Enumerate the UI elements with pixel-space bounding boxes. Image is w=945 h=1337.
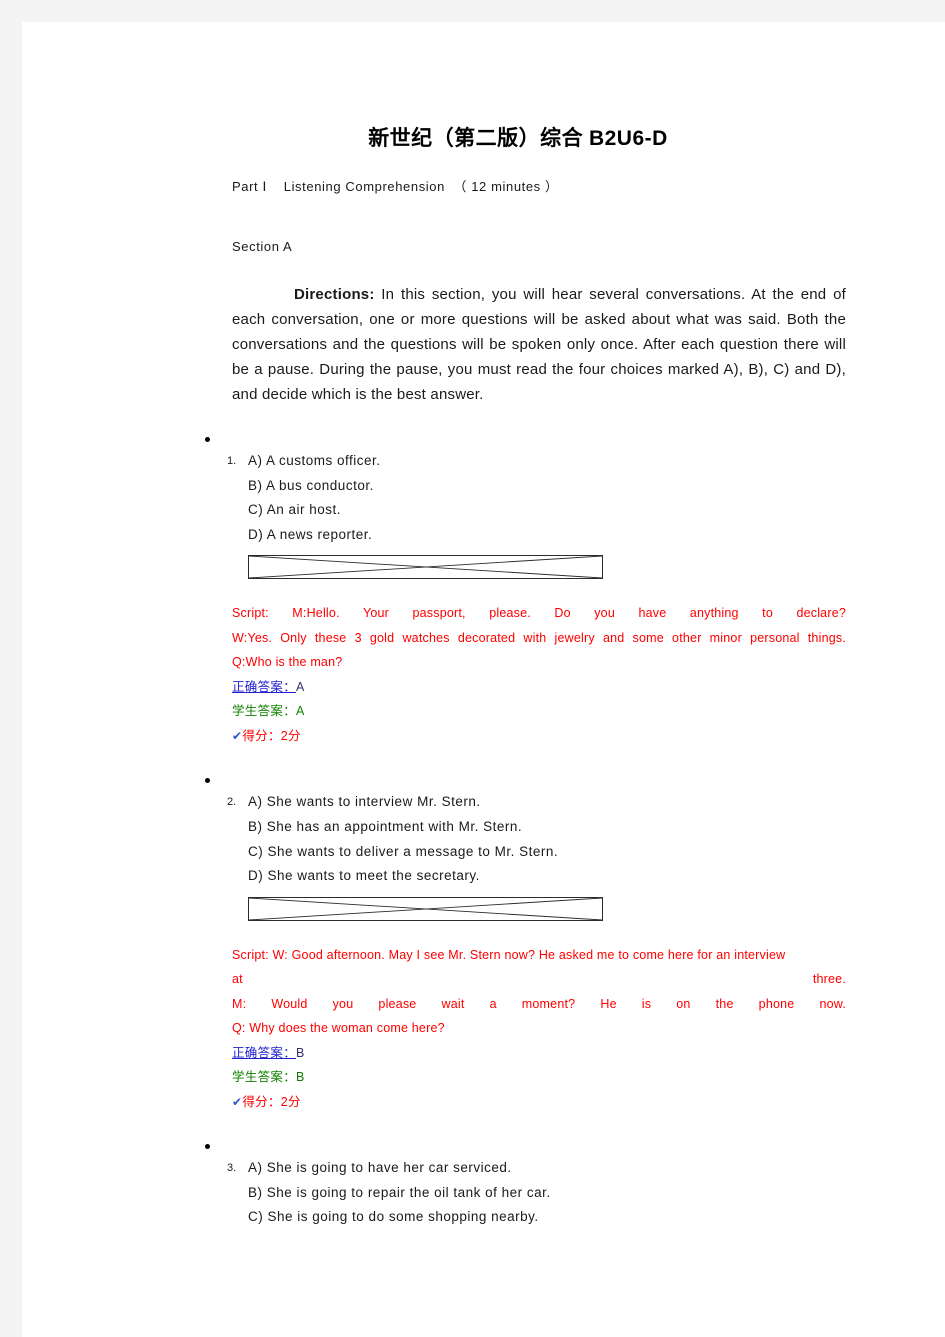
option-a[interactable]: A) A customs officer. bbox=[248, 449, 848, 474]
directions-paragraph: Directions: In this section, you will he… bbox=[208, 254, 846, 407]
correct-answer-value: B bbox=[296, 1045, 305, 1060]
option-a[interactable]: A) She is going to have her car serviced… bbox=[248, 1156, 848, 1181]
option-list: A) She wants to interview Mr. Stern. B) … bbox=[232, 790, 848, 888]
option-c[interactable]: C) She is going to do some shopping near… bbox=[248, 1205, 848, 1230]
option-list: A) A customs officer. B) A bus conductor… bbox=[232, 449, 848, 547]
option-b[interactable]: B) She is going to repair the oil tank o… bbox=[248, 1181, 848, 1206]
page-title: 新世纪（第二版）综合 B2U6-D bbox=[208, 22, 828, 152]
question-2-script: Script: W: Good afternoon. May I see Mr.… bbox=[208, 921, 846, 1041]
question-bullet-row bbox=[205, 407, 848, 449]
page-title-code: B2U6-D bbox=[588, 127, 668, 150]
script-line: Script: M:Hello. Your passport, please. … bbox=[232, 606, 846, 621]
question-number: 1. bbox=[227, 455, 237, 467]
broken-audio-placeholder-icon bbox=[248, 555, 603, 580]
page-title-chinese: 新世纪（第二版）综合 bbox=[368, 126, 589, 150]
check-icon: ✔ bbox=[232, 728, 243, 743]
script-line: Script: W: Good afternoon. May I see Mr.… bbox=[232, 947, 786, 962]
page-content: 新世纪（第二版）综合 B2U6-D Part Ⅰ Listening Compr… bbox=[205, 22, 848, 1230]
question-1-script: Script: M:Hello. Your passport, please. … bbox=[208, 579, 846, 675]
score-value: 2分 bbox=[280, 728, 301, 743]
option-a[interactable]: A) She wants to interview Mr. Stern. bbox=[248, 790, 848, 815]
option-b[interactable]: B) A bus conductor. bbox=[248, 474, 848, 499]
correct-answer-label: 正确答案： bbox=[232, 1045, 297, 1060]
bullet-icon bbox=[205, 1144, 210, 1150]
student-answer-row: 学生答案：B bbox=[232, 1070, 305, 1085]
bullet-icon bbox=[205, 778, 210, 784]
directions-text: In this section, you will hear several c… bbox=[232, 286, 846, 403]
section-label: Section A bbox=[232, 239, 293, 254]
question-number: 2. bbox=[227, 796, 237, 809]
option-c[interactable]: C) She wants to deliver a message to Mr.… bbox=[248, 840, 848, 865]
question-number: 3. bbox=[227, 1162, 237, 1175]
broken-audio-placeholder-icon bbox=[248, 896, 603, 921]
score-row: ✔得分：2分 bbox=[208, 724, 848, 749]
directions-label: Directions: bbox=[294, 286, 375, 303]
script-line: M: Would you please wait a moment? He is… bbox=[232, 996, 846, 1011]
correct-answer-label: 正确答案： bbox=[232, 679, 297, 694]
correct-answer-row: 正确答案：A bbox=[208, 675, 848, 700]
option-b[interactable]: B) She has an appointment with Mr. Stern… bbox=[248, 815, 848, 840]
score-label: 得分： bbox=[242, 1094, 281, 1109]
option-d[interactable]: D) A news reporter. bbox=[248, 523, 848, 548]
option-c[interactable]: C) An air host. bbox=[248, 498, 848, 523]
part-heading: Part Ⅰ Listening Comprehension （ 12 minu… bbox=[232, 179, 559, 194]
score-value: 2分 bbox=[280, 1094, 301, 1109]
script-line: Q:Who is the man? bbox=[232, 655, 343, 670]
bullet-icon bbox=[205, 437, 210, 442]
student-answer-row: 学生答案：A bbox=[232, 704, 305, 719]
question-bullet-row bbox=[205, 1114, 848, 1156]
script-line: W:Yes. Only these 3 gold watches decorat… bbox=[232, 630, 846, 645]
score-row: ✔得分：2分 bbox=[208, 1090, 848, 1115]
question-3: 3. A) She is going to have her car servi… bbox=[208, 1156, 848, 1230]
script-line: at three. bbox=[232, 972, 846, 987]
correct-answer-row: 正确答案：B bbox=[208, 1041, 848, 1066]
option-list: A) She is going to have her car serviced… bbox=[232, 1156, 848, 1230]
question-bullet-row bbox=[205, 748, 848, 790]
option-d[interactable]: D) She wants to meet the secretary. bbox=[248, 864, 848, 889]
question-1: 1. A) A customs officer. B) A bus conduc… bbox=[208, 449, 848, 580]
score-label: 得分： bbox=[242, 728, 281, 743]
document-page: 新世纪（第二版）综合 B2U6-D Part Ⅰ Listening Compr… bbox=[22, 22, 945, 1337]
question-2: 2. A) She wants to interview Mr. Stern. … bbox=[208, 790, 848, 921]
script-line: Q: Why does the woman come here? bbox=[232, 1021, 445, 1036]
correct-answer-value: A bbox=[296, 679, 305, 694]
check-icon: ✔ bbox=[232, 1094, 243, 1109]
